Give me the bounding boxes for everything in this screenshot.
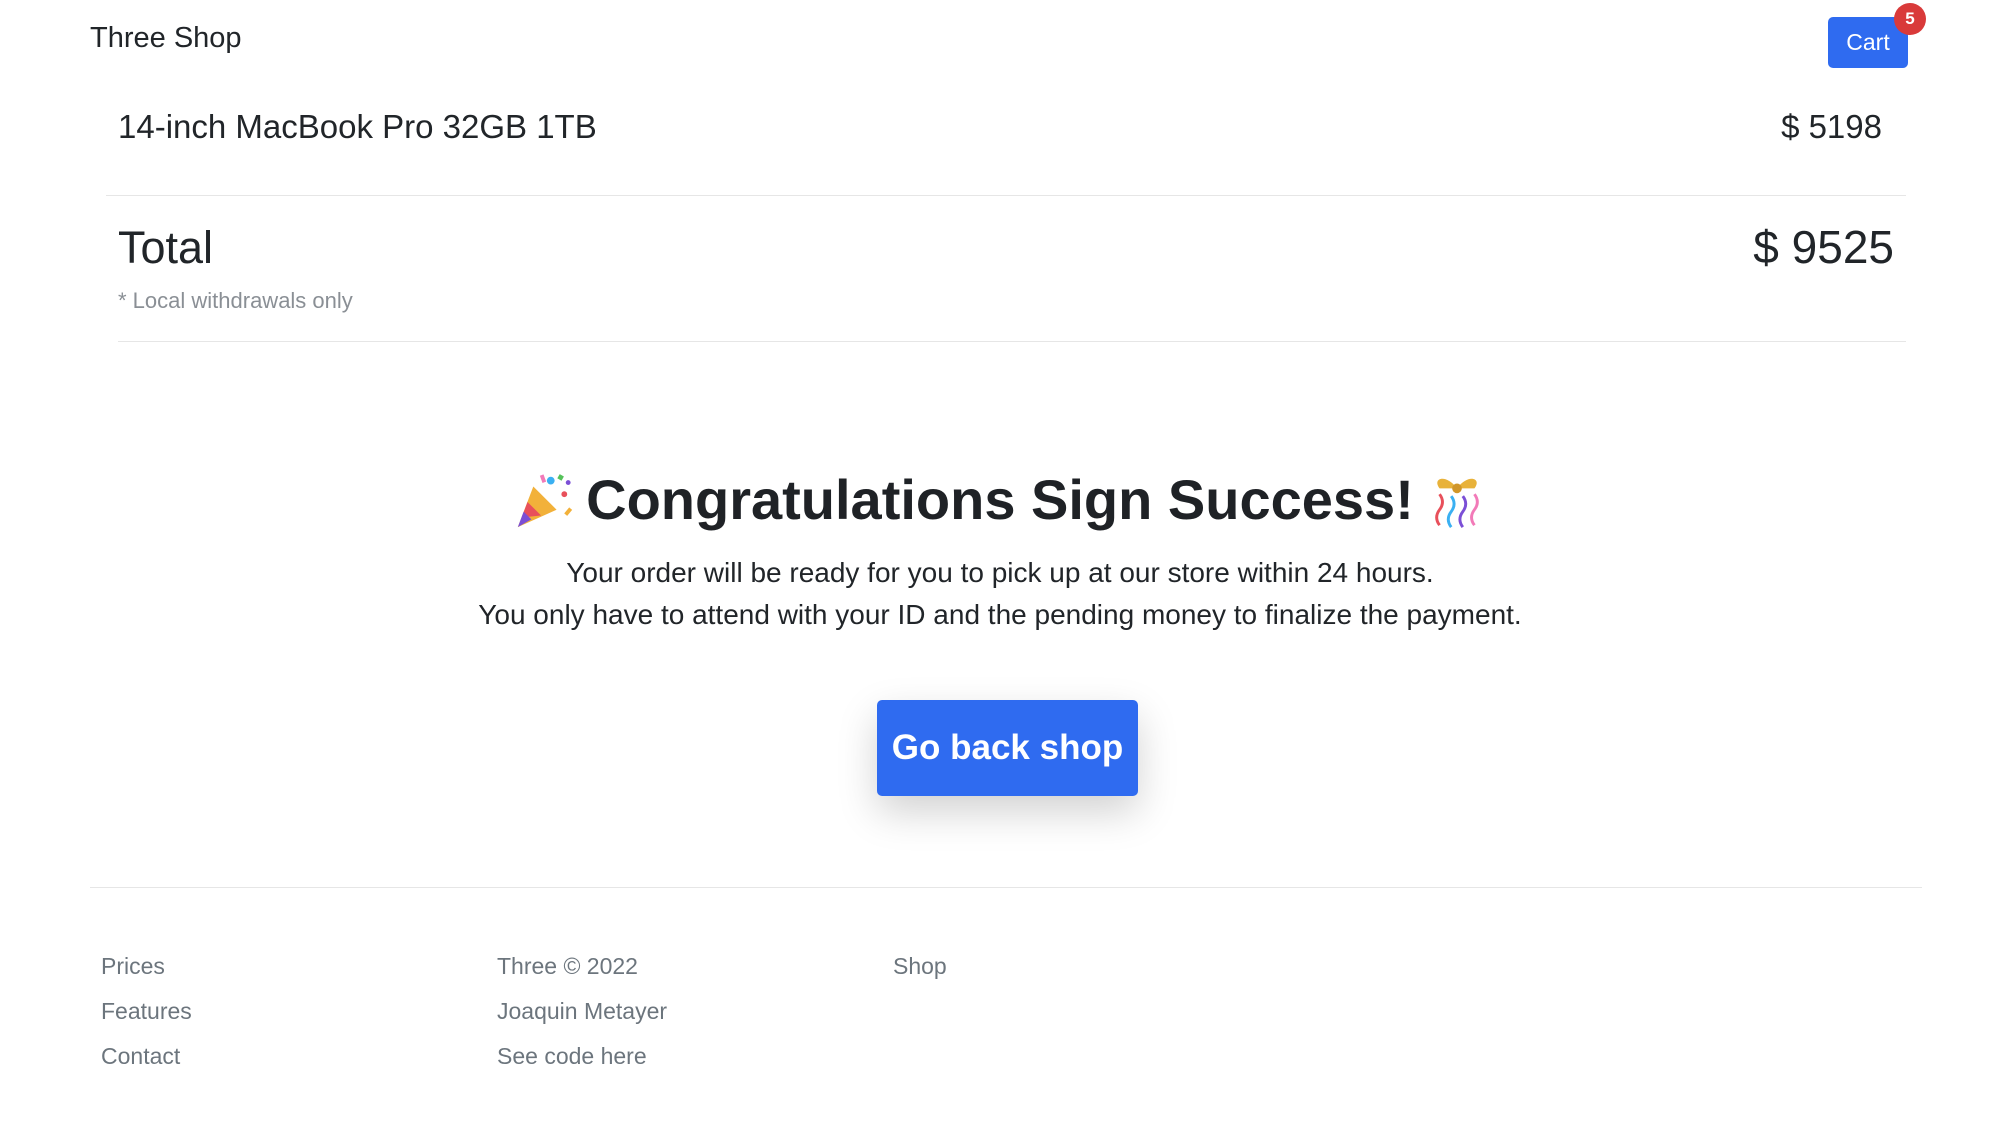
cart-count-badge: 5: [1894, 3, 1926, 35]
item-price: $ 5198: [1781, 108, 1882, 145]
cart-button-label: Cart: [1846, 29, 1890, 55]
footer-link-contact[interactable]: Contact: [101, 1034, 192, 1079]
payment-info-text: You only have to attend with your ID and…: [478, 599, 1522, 630]
footer-copyright[interactable]: Three © 2022: [497, 944, 667, 989]
footer-divider: [90, 887, 1922, 888]
footer-column-info: Three © 2022 Joaquin Metayer See code he…: [497, 944, 667, 1079]
order-total-row: Total $ 9525 * Local withdrawals only: [118, 196, 1906, 342]
footer-link-features[interactable]: Features: [101, 989, 192, 1034]
footer-column-nav: Prices Features Contact: [101, 944, 192, 1079]
navbar: Three Shop Cart 5: [0, 0, 2000, 80]
item-name: 14-inch MacBook Pro 32GB 1TB: [118, 108, 597, 145]
footer-code-link[interactable]: See code here: [497, 1034, 667, 1079]
success-title: Congratulations Sign Success!: [0, 462, 2000, 538]
success-message: Congratulations Sign Success! Your order…: [0, 462, 2000, 636]
pickup-note: * Local withdrawals only: [118, 288, 353, 313]
footer-link-prices[interactable]: Prices: [101, 944, 192, 989]
go-back-shop-button[interactable]: Go back shop: [877, 700, 1138, 796]
party-popper-icon: [517, 474, 573, 528]
wrapped-gift-icon: [1435, 478, 1479, 528]
success-title-text: Congratulations Sign Success!: [586, 468, 1414, 531]
cart-item-row: 14-inch MacBook Pro 32GB 1TB $ 5198: [106, 80, 1906, 196]
total-label: Total: [118, 222, 214, 273]
footer-link-shop[interactable]: Shop: [893, 944, 947, 989]
pickup-info-text: Your order will be ready for you to pick…: [566, 557, 1434, 588]
brand-logo[interactable]: Three Shop: [90, 22, 242, 55]
total-value: $ 9525: [1753, 221, 1894, 273]
footer-author-link[interactable]: Joaquin Metayer: [497, 989, 667, 1034]
footer-column-shop: Shop: [893, 944, 947, 989]
